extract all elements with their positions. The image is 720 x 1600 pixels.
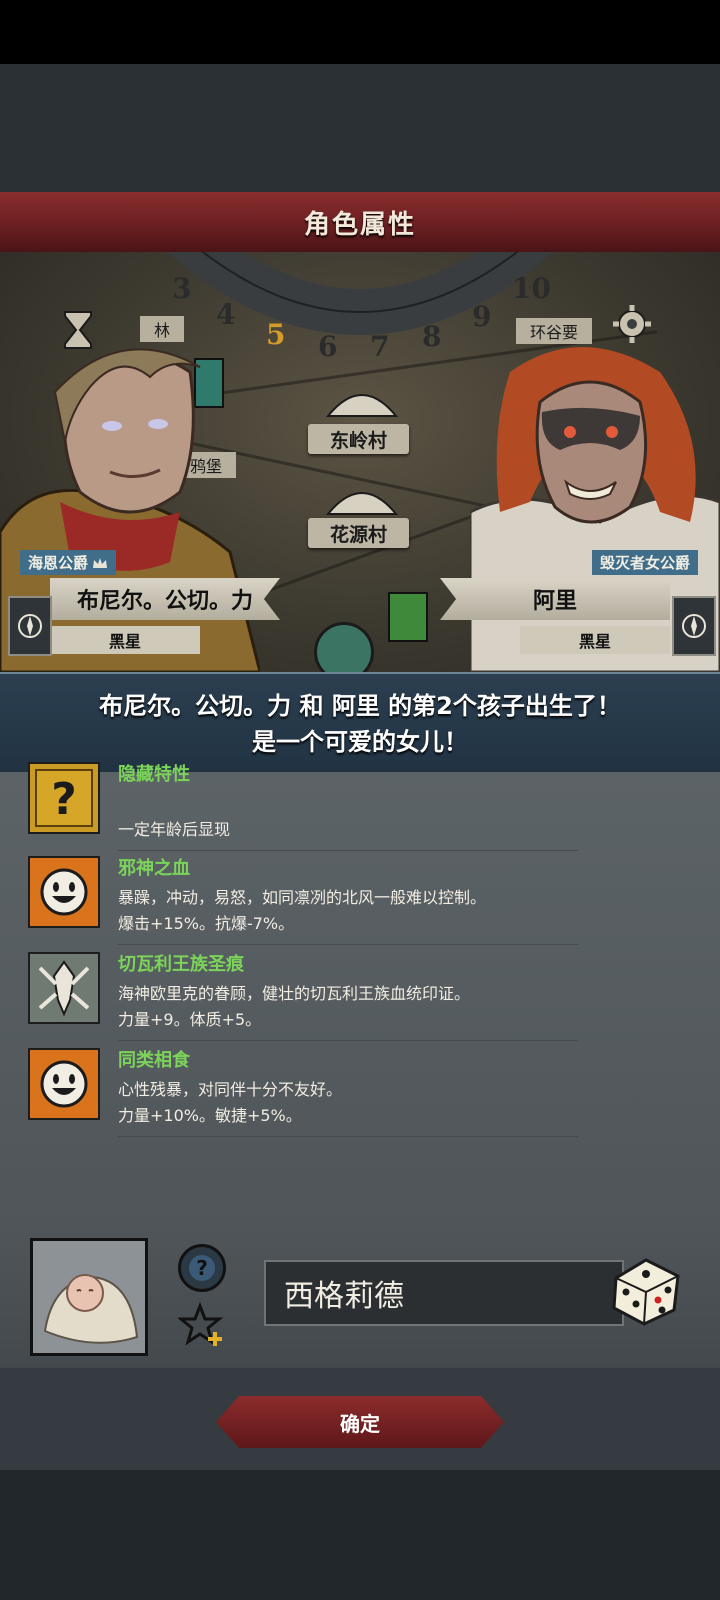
dial-number: 10 bbox=[512, 272, 551, 305]
announcement-line-1: 布尼尔。公切。力 和 阿里 的第2个孩子出生了！ bbox=[99, 692, 621, 720]
crest-icon bbox=[28, 952, 100, 1024]
trait-name: 邪神之血 bbox=[118, 858, 190, 879]
grin-face-icon bbox=[28, 1048, 100, 1120]
globe-icon bbox=[314, 622, 374, 672]
child-portrait[interactable] bbox=[30, 1238, 148, 1356]
town-label-dongling[interactable]: 东岭村 bbox=[308, 424, 410, 454]
trait-name: 同类相食 bbox=[118, 1050, 190, 1071]
mother-title: 毁灭者女公爵 bbox=[592, 550, 699, 575]
dial-number: 3 bbox=[172, 272, 192, 305]
announcement-line-2: 是一个可爱的女儿！ bbox=[252, 728, 468, 756]
father-name-banner: 布尼尔。公切。力 bbox=[50, 578, 280, 620]
dialog-title: 角色属性 bbox=[303, 209, 416, 240]
trait-desc: 暴躁，冲动，易怒，如同凛冽的北风一般难以控制。 bbox=[118, 888, 487, 907]
divider bbox=[118, 850, 578, 851]
mother-name: 阿里 bbox=[532, 589, 577, 614]
dice-icon bbox=[612, 1258, 680, 1326]
dimmed-background bbox=[0, 1470, 720, 1600]
divider bbox=[118, 944, 578, 945]
mother-name-banner: 阿里 bbox=[440, 578, 670, 620]
compass-icon bbox=[682, 614, 706, 638]
father-detail-button[interactable] bbox=[8, 596, 52, 656]
star-plus-icon bbox=[176, 1301, 224, 1346]
child-name: 西格莉德 bbox=[284, 1279, 404, 1314]
svg-text:?: ? bbox=[51, 774, 77, 825]
birth-announcement: 布尼尔。公切。力 和 阿里 的第2个孩子出生了！ 是一个可爱的女儿！ bbox=[0, 672, 720, 776]
favorite-add-button[interactable] bbox=[176, 1301, 226, 1350]
compass-icon bbox=[18, 614, 42, 638]
divider bbox=[118, 1040, 578, 1041]
town-house-icon bbox=[325, 492, 399, 515]
divider bbox=[118, 1136, 578, 1137]
dialog-footer: 确定 bbox=[0, 1368, 720, 1470]
trait-effect: 爆击+15%。抗爆-7%。 bbox=[118, 914, 295, 933]
status-area bbox=[0, 0, 720, 64]
question-icon: ? bbox=[28, 762, 100, 834]
confirm-label: 确定 bbox=[340, 1411, 380, 1436]
town-house-icon bbox=[325, 394, 399, 417]
father-constellation: 黑星 bbox=[50, 626, 200, 654]
question-icon: ? bbox=[189, 1255, 215, 1281]
trait-effect: 力量+9。体质+5。 bbox=[118, 1010, 262, 1029]
child-name-field[interactable]: 西格莉德 bbox=[264, 1260, 624, 1326]
mother-detail-button[interactable] bbox=[672, 596, 716, 656]
trait-desc: 心性残暴，对同伴十分不友好。 bbox=[118, 1080, 343, 1099]
svg-text:?: ? bbox=[196, 1256, 208, 1280]
mother-constellation-text: 黑星 bbox=[578, 632, 611, 651]
trait-name: 切瓦利王族圣痕 bbox=[118, 954, 244, 975]
confirm-button[interactable]: 确定 bbox=[216, 1396, 504, 1448]
father-title: 海恩公爵 bbox=[20, 550, 117, 575]
tree-banner-icon bbox=[388, 592, 428, 642]
crown-icon bbox=[93, 557, 108, 568]
dial-number: 7 bbox=[370, 330, 390, 363]
random-name-button[interactable] bbox=[606, 1248, 686, 1328]
dial-number-current: 5 bbox=[266, 318, 286, 351]
trait-name: 隐藏特性 bbox=[118, 764, 190, 785]
dial-number: 9 bbox=[472, 300, 492, 333]
trait-desc: 海神欧里克的眷顾，健壮的切瓦利王族血统印证。 bbox=[118, 984, 471, 1003]
family-scene: 3 4 5 6 7 8 9 10 林 环谷要 东岭村 花源村 鸦堡 海恩公爵 毁… bbox=[0, 252, 720, 672]
dial-number: 6 bbox=[318, 330, 338, 363]
father-constellation-text: 黑星 bbox=[108, 632, 141, 651]
town-label-huayuan[interactable]: 花源村 bbox=[308, 518, 410, 548]
trait-effect: 一定年龄后显现 bbox=[118, 820, 231, 839]
grin-face-icon bbox=[28, 856, 100, 928]
dimmed-background bbox=[0, 64, 720, 192]
dial-number: 8 bbox=[422, 320, 442, 353]
father-name: 布尼尔。公切。力 bbox=[76, 589, 253, 614]
father-title-text: 海恩公爵 bbox=[28, 554, 89, 572]
child-panel: ? 西格莉德 bbox=[0, 1228, 720, 1371]
trait-list[interactable]: ? 隐藏特性 一定年龄后显现 邪神之血 暴躁，冲动，易怒，如同凛冽的北风一般难以… bbox=[0, 762, 720, 1228]
mother-title-text: 毁灭者女公爵 bbox=[600, 554, 691, 572]
dial-number: 4 bbox=[216, 298, 236, 331]
trait-effect: 力量+10%。敏捷+5%。 bbox=[118, 1106, 302, 1125]
mother-constellation: 黑星 bbox=[520, 626, 670, 654]
help-button[interactable]: ? bbox=[178, 1244, 226, 1292]
dialog-title-bar: 角色属性 bbox=[0, 192, 720, 254]
